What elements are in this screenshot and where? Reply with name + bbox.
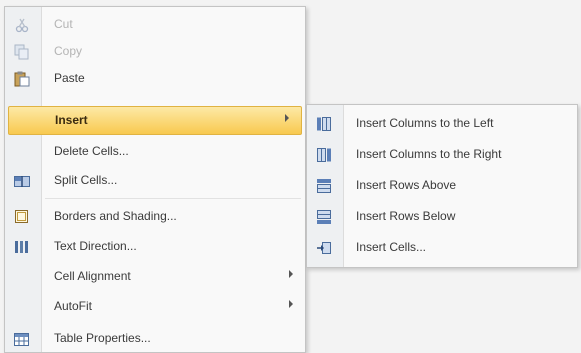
- borders-icon: [14, 209, 30, 225]
- submenu-item-label: Insert Rows Above: [356, 178, 457, 192]
- copy-icon: [14, 44, 30, 60]
- submenu-item-label: Insert Columns to the Right: [356, 147, 502, 161]
- menu-item-label: Text Direction...: [54, 239, 137, 253]
- insert-rows-above-icon: [316, 178, 332, 194]
- insert-cells-icon: [316, 240, 332, 256]
- cut-icon: [14, 17, 30, 33]
- submenu-arrow-icon: [289, 300, 293, 308]
- menu-item-text-direction[interactable]: Text Direction...: [5, 233, 305, 260]
- table-properties-icon: [14, 331, 30, 347]
- menu-item-label: AutoFit: [54, 299, 93, 313]
- context-menu: Cut Copy Paste Insert Delete Cells... Sp…: [4, 6, 306, 353]
- submenu-item-insert-rows-below[interactable]: Insert Rows Below: [307, 203, 577, 230]
- menu-item-label: Split Cells...: [54, 173, 118, 187]
- menu-item-copy[interactable]: Copy: [5, 38, 305, 65]
- submenu-item-insert-columns-right[interactable]: Insert Columns to the Right: [307, 141, 577, 168]
- menu-item-delete-cells[interactable]: Delete Cells...: [5, 138, 305, 165]
- submenu-item-label: Insert Columns to the Left: [356, 116, 494, 130]
- menu-item-cell-alignment[interactable]: Cell Alignment: [5, 263, 305, 290]
- menu-item-label: Cut: [54, 17, 73, 31]
- menu-item-split-cells[interactable]: Split Cells...: [5, 167, 305, 194]
- submenu-item-insert-rows-above[interactable]: Insert Rows Above: [307, 172, 577, 199]
- menu-item-label: Paste: [54, 71, 85, 85]
- insert-rows-below-icon: [316, 209, 332, 225]
- menu-item-label: Insert: [55, 113, 88, 127]
- menu-item-insert[interactable]: Insert: [8, 106, 302, 135]
- menu-item-label: Cell Alignment: [54, 269, 131, 283]
- insert-submenu: Insert Columns to the Left Insert Column…: [306, 104, 578, 268]
- menu-item-table-properties[interactable]: Table Properties...: [5, 325, 305, 352]
- submenu-item-label: Insert Cells...: [356, 240, 427, 254]
- menu-item-label: Copy: [54, 44, 83, 58]
- insert-columns-right-icon: [316, 147, 332, 163]
- submenu-item-label: Insert Rows Below: [356, 209, 456, 223]
- submenu-item-insert-cells[interactable]: Insert Cells...: [307, 234, 577, 261]
- menu-item-label: Borders and Shading...: [54, 209, 177, 223]
- submenu-arrow-icon: [285, 114, 289, 122]
- insert-columns-left-icon: [316, 116, 332, 132]
- menu-item-paste[interactable]: Paste: [5, 65, 305, 92]
- menu-item-cut[interactable]: Cut: [5, 11, 305, 38]
- submenu-item-insert-columns-left[interactable]: Insert Columns to the Left: [307, 110, 577, 137]
- menu-item-borders-shading[interactable]: Borders and Shading...: [5, 203, 305, 230]
- menu-item-label: Delete Cells...: [54, 144, 129, 158]
- submenu-arrow-icon: [289, 270, 293, 278]
- paste-icon: [14, 71, 30, 87]
- menu-item-label: Table Properties...: [54, 331, 151, 345]
- split-cells-icon: [14, 173, 30, 189]
- menu-separator: [45, 198, 301, 199]
- menu-item-autofit[interactable]: AutoFit: [5, 293, 305, 320]
- text-direction-icon: [14, 239, 30, 255]
